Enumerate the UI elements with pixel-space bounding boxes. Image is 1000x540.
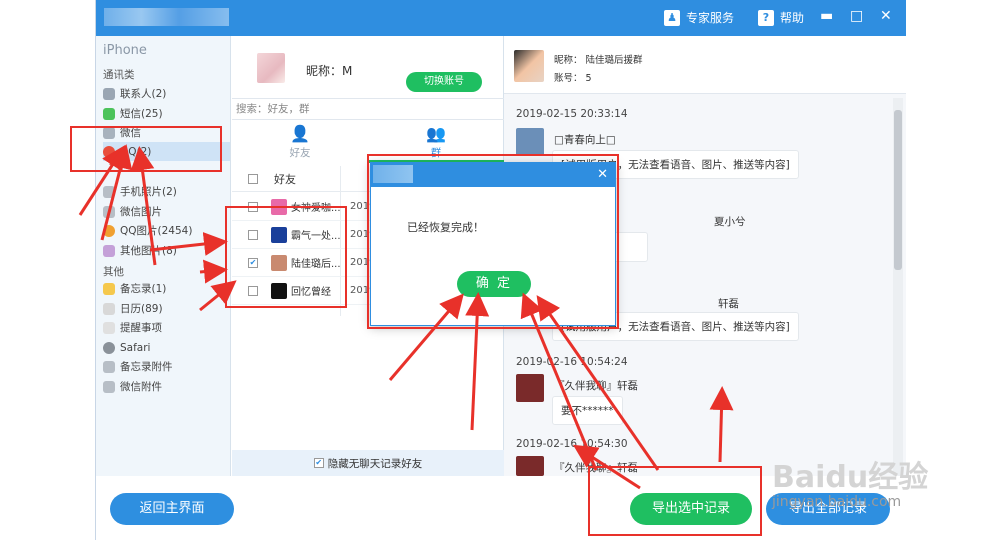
watermark-url: jingyan.baidu.com — [772, 494, 902, 510]
watermark-brand: Baidu经验 — [772, 460, 929, 495]
